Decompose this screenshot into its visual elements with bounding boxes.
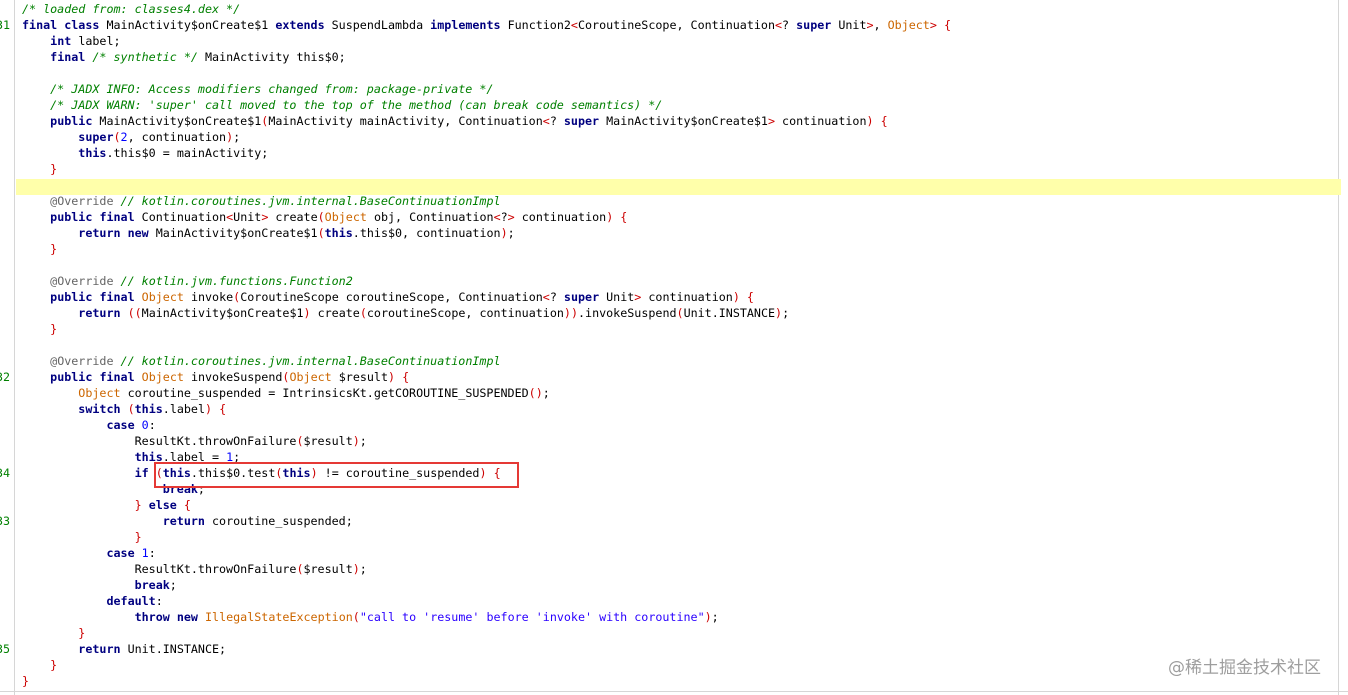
code-line: ResultKt.throwOnFailure($result);	[22, 562, 367, 576]
code-line: @Override // kotlin.coroutines.jvm.inter…	[50, 194, 501, 208]
code-line: Object coroutine_suspended = IntrinsicsK…	[78, 386, 550, 400]
line-number: 31	[0, 18, 11, 32]
code-line: } else {	[134, 498, 191, 512]
code-line: break;	[134, 578, 177, 592]
code-line: super(2, continuation);	[78, 130, 241, 144]
editor-right-border	[1338, 0, 1339, 695]
red-highlight-box	[154, 462, 519, 488]
line-number: 32	[0, 370, 11, 384]
code-line: }	[22, 242, 58, 256]
editor-bottom-border	[0, 691, 1348, 692]
line-number: 33	[0, 514, 11, 528]
code-line: /* JADX WARN: 'super' call moved to the …	[22, 98, 663, 112]
line-number: 34	[0, 466, 11, 480]
code-line: }	[22, 658, 58, 672]
code-line: @Override // kotlin.coroutines.jvm.inter…	[50, 354, 501, 368]
code-line: ResultKt.throwOnFailure($result);	[22, 434, 367, 448]
code-line: final /* synthetic */ MainActivity this$…	[50, 50, 346, 64]
code-line: }	[22, 626, 86, 640]
code-line: return new MainActivity$onCreate$1(this.…	[78, 226, 515, 240]
code-line: }	[22, 162, 58, 176]
code-line: public final Object invoke(CoroutineScop…	[50, 290, 754, 304]
code-line: return ((MainActivity$onCreate$1) create…	[78, 306, 790, 320]
line-number: 35	[0, 642, 11, 656]
code-line: /* JADX INFO: Access modifiers changed f…	[22, 82, 494, 96]
code-line: }	[22, 322, 58, 336]
code-line: this.this$0 = mainActivity;	[78, 146, 269, 160]
code-line: switch (this.label) {	[78, 402, 227, 416]
code-line: throw new IllegalStateException("call to…	[134, 610, 719, 624]
code-line: /* loaded from: classes4.dex */	[22, 2, 241, 16]
code-line: final class MainActivity$onCreate$1 exte…	[22, 18, 951, 32]
code-line: @Override // kotlin.jvm.functions.Functi…	[50, 274, 353, 288]
code-line: public MainActivity$onCreate$1(MainActiv…	[50, 114, 888, 128]
code-editor[interactable]: 31 32 34 33 35 /* loaded from: classes4.…	[0, 0, 1348, 695]
code-line: case 1:	[106, 546, 156, 560]
code-line: }	[22, 530, 142, 544]
code-line: public final Object invokeSuspend(Object…	[50, 370, 410, 384]
code-line: }	[22, 674, 30, 688]
code-line: default:	[106, 594, 163, 608]
code-line: public final Continuation<Unit> create(O…	[50, 210, 628, 224]
watermark: @稀土掘金技术社区	[1168, 658, 1321, 678]
gutter-divider	[14, 0, 15, 695]
code-line: return Unit.INSTANCE;	[78, 642, 227, 656]
code-line: case 0:	[106, 418, 156, 432]
code-line: return coroutine_suspended;	[162, 514, 353, 528]
code-line: int label;	[50, 34, 121, 48]
